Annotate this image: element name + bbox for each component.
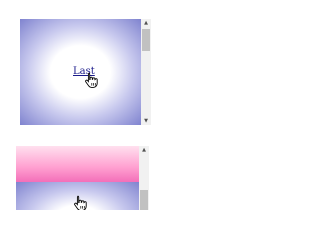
hand-pointer-icon	[74, 195, 87, 210]
hand-pointer-icon	[85, 72, 98, 88]
top-scrollbar[interactable]: ▲ ▼	[141, 19, 151, 125]
scroll-thumb[interactable]	[142, 29, 150, 51]
bottom-iframe-viewport	[16, 146, 139, 210]
pink-gradient-band	[16, 146, 139, 182]
top-iframe-viewport: Last	[20, 19, 141, 125]
scroll-up-arrow[interactable]: ▲	[141, 19, 151, 27]
scroll-thumb[interactable]	[140, 190, 148, 210]
scroll-up-arrow[interactable]: ▲	[139, 146, 149, 154]
scroll-down-arrow[interactable]: ▼	[141, 117, 151, 125]
bottom-iframe[interactable]: ▲	[16, 146, 149, 210]
bottom-scrollbar[interactable]: ▲	[139, 146, 149, 210]
top-iframe[interactable]: Last ▲ ▼	[20, 19, 151, 125]
